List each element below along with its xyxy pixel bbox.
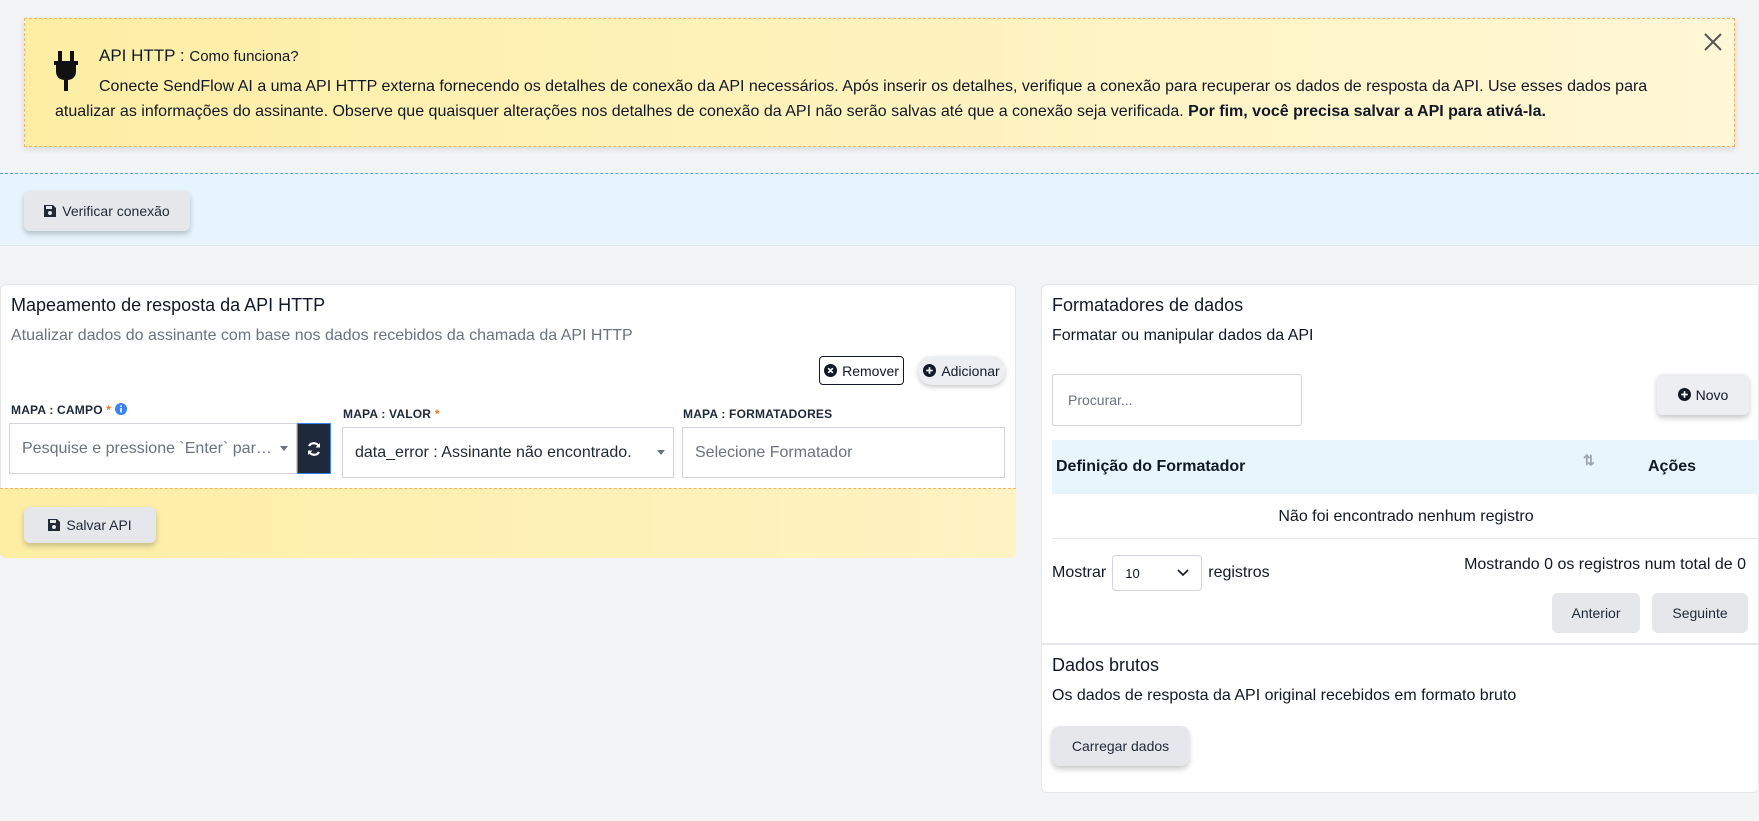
new-formatter-button[interactable]: Novo [1657,374,1749,415]
formatters-select[interactable]: Selecione Formatador [682,427,1005,478]
column-header-actions: Ações [1648,458,1697,475]
notice-body-bold: Por fim, você precisa salvar a API para … [1188,103,1546,120]
raw-title: Dados brutos [1052,655,1160,675]
chevron-down-icon [1177,569,1189,577]
formatters-select-placeholder: Selecione Formatador [695,443,853,461]
field-label: MAPA : CAMPO * [11,403,127,417]
formatters-description: Formatar ou manipular dados da API [1052,327,1314,344]
close-icon[interactable] [1702,31,1724,53]
field-label-text: MAPA : CAMPO [11,403,103,417]
add-button[interactable]: Adicionar [918,356,1005,385]
previous-page-button[interactable]: Anterior [1552,593,1640,633]
mapping-description: Atualizar dados do assinante com base no… [11,327,633,344]
new-formatter-label: Novo [1695,386,1729,403]
notice-title-text: API HTTP : [99,46,190,65]
chevron-down-icon [280,446,288,451]
page-length-control: Mostrar 10 registros [1052,555,1270,591]
raw-description: Os dados de resposta da API original rec… [1052,687,1517,704]
refresh-button[interactable] [297,423,331,474]
verify-connection-label: Verificar conexão [62,203,170,219]
verify-connection-button[interactable]: Verificar conexão [24,191,190,231]
value-label: MAPA : VALOR * [343,407,440,421]
notice-body: Conecte SendFlow AI a uma API HTTP exter… [55,74,1695,124]
show-label: Mostrar [1052,564,1107,581]
table-empty-row: Não foi encontrado nenhum registro [1052,494,1759,539]
info-icon[interactable] [114,403,127,415]
records-label: registros [1208,564,1270,581]
required-mark: * [106,403,112,417]
formatters-table-header: Definição do Formatador ⇅ Ações [1052,440,1759,494]
save-icon [48,519,61,531]
notice-subtitle: Como funciona? [189,48,299,65]
raw-data-card: Dados brutos Os dados de resposta da API… [1041,644,1759,793]
notice-title: API HTTP : Como funciona? [99,46,299,66]
remove-label: Remover [842,362,899,379]
data-formatters-card: Formatadores de dados Formatar ou manipu… [1041,284,1759,644]
save-api-label: Salvar API [66,517,132,533]
remove-button[interactable]: Remover [819,356,904,385]
value-label-text: MAPA : VALOR [343,407,432,421]
plus-circle-icon [1677,388,1691,401]
table-info: Mostrando 0 os registros num total de 0 [1464,556,1746,573]
value-select-text: data_error : Assinante não encontrado. [355,443,632,461]
refresh-icon [307,441,321,456]
verify-connection-bar: Verificar conexão [0,173,1759,246]
page-length-value: 10 [1125,565,1140,581]
save-api-button[interactable]: Salvar API [24,507,156,543]
times-circle-icon [824,364,838,377]
field-select[interactable]: Pesquise e pressione `Enter` para... [9,423,297,474]
column-header-definition[interactable]: Definição do Formatador [1056,458,1245,476]
save-api-bar: Salvar API [0,488,1016,558]
chevron-down-icon [657,450,665,455]
load-data-button[interactable]: Carregar dados [1052,726,1189,766]
plus-circle-icon [923,364,937,377]
formatters-search-input[interactable] [1052,374,1302,426]
add-label: Adicionar [941,362,1000,379]
field-select-placeholder: Pesquise e pressione `Enter` para... [22,439,272,457]
required-mark: * [434,407,440,421]
next-page-button[interactable]: Seguinte [1652,593,1748,633]
formatters-label: MAPA : FORMATADORES [683,407,833,421]
info-notice: API HTTP : Como funciona? Conecte SendFl… [24,18,1735,147]
mapping-title: Mapeamento de resposta da API HTTP [11,295,326,315]
sort-icon[interactable]: ⇅ [1583,452,1595,469]
value-select[interactable]: data_error : Assinante não encontrado. [342,427,674,478]
save-icon [44,205,57,217]
formatters-title: Formatadores de dados [1052,295,1244,315]
page-length-select[interactable]: 10 [1112,555,1203,591]
